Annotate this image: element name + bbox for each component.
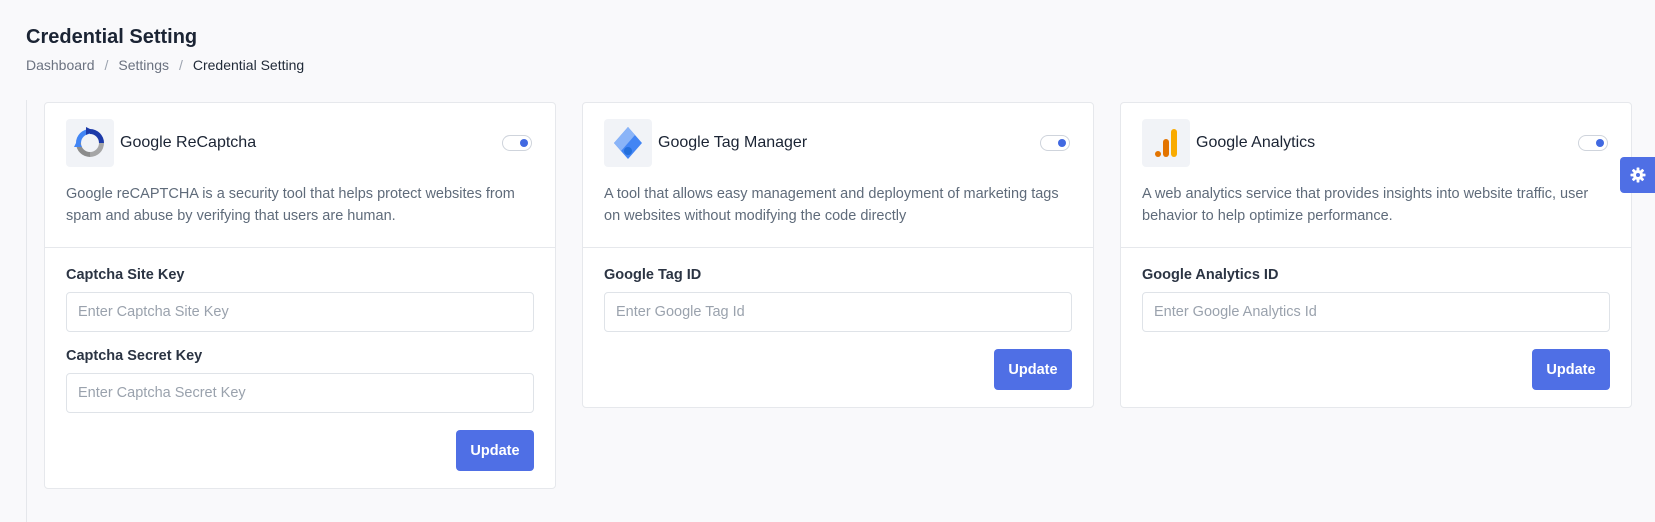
service-name: Google ReCaptcha xyxy=(120,134,257,151)
card-header: Google Tag Manager A tool that allows ea… xyxy=(583,103,1093,248)
google-analytics-id-label: Google Analytics ID xyxy=(1142,267,1279,283)
breadcrumb-settings-link[interactable]: Settings xyxy=(118,57,169,73)
service-description: A tool that allows easy management and d… xyxy=(604,186,1059,224)
page-title: Credential Setting xyxy=(26,26,198,48)
card-header: Google ReCaptcha Google reCAPTCHA is a s… xyxy=(45,103,555,248)
analytics-update-button[interactable]: Update xyxy=(1532,349,1610,390)
captcha-site-key-label: Captcha Site Key xyxy=(66,267,185,283)
tag-manager-enable-toggle[interactable] xyxy=(1040,135,1070,151)
tag-manager-update-button[interactable]: Update xyxy=(994,349,1072,390)
google-tag-id-input[interactable] xyxy=(604,292,1072,332)
captcha-secret-key-label: Captcha Secret Key xyxy=(66,348,203,364)
tag-manager-card: Google Tag Manager A tool that allows ea… xyxy=(582,102,1094,408)
recaptcha-card: Google ReCaptcha Google reCAPTCHA is a s… xyxy=(44,102,556,489)
breadcrumb: Dashboard / Settings / Credential Settin… xyxy=(26,57,304,73)
service-description: Google reCAPTCHA is a security tool that… xyxy=(66,186,515,224)
captcha-secret-key-input[interactable] xyxy=(66,373,534,413)
breadcrumb-separator: / xyxy=(104,57,109,73)
service-description: A web analytics service that provides in… xyxy=(1142,186,1589,224)
captcha-site-key-input[interactable] xyxy=(66,292,534,332)
breadcrumb-dashboard-link[interactable]: Dashboard xyxy=(26,57,95,73)
service-name: Google Tag Manager xyxy=(658,134,808,151)
analytics-card: Google Analytics A web analytics service… xyxy=(1120,102,1632,408)
content-divider xyxy=(26,100,27,522)
gear-icon xyxy=(1630,167,1645,183)
card-header: Google Analytics A web analytics service… xyxy=(1121,103,1631,248)
credential-settings-page: Credential Setting Dashboard / Settings … xyxy=(0,0,1655,522)
breadcrumb-current: Credential Setting xyxy=(192,57,305,73)
card-body: Google Tag ID Update xyxy=(583,248,1093,407)
settings-panel-toggle[interactable] xyxy=(1620,157,1655,193)
recaptcha-update-button[interactable]: Update xyxy=(456,430,534,471)
recaptcha-icon xyxy=(66,119,114,167)
toggle-knob xyxy=(520,139,528,147)
tag-manager-icon xyxy=(604,119,652,167)
toggle-knob xyxy=(1596,139,1604,147)
recaptcha-enable-toggle[interactable] xyxy=(502,135,532,151)
card-body: Google Analytics ID Update xyxy=(1121,248,1631,407)
analytics-icon xyxy=(1142,119,1190,167)
service-name: Google Analytics xyxy=(1196,134,1316,151)
google-tag-id-label: Google Tag ID xyxy=(604,267,702,283)
analytics-enable-toggle[interactable] xyxy=(1578,135,1608,151)
card-body: Captcha Site Key Captcha Secret Key Upda… xyxy=(45,248,555,488)
google-analytics-id-input[interactable] xyxy=(1142,292,1610,332)
toggle-knob xyxy=(1058,139,1066,147)
breadcrumb-separator: / xyxy=(178,57,183,73)
